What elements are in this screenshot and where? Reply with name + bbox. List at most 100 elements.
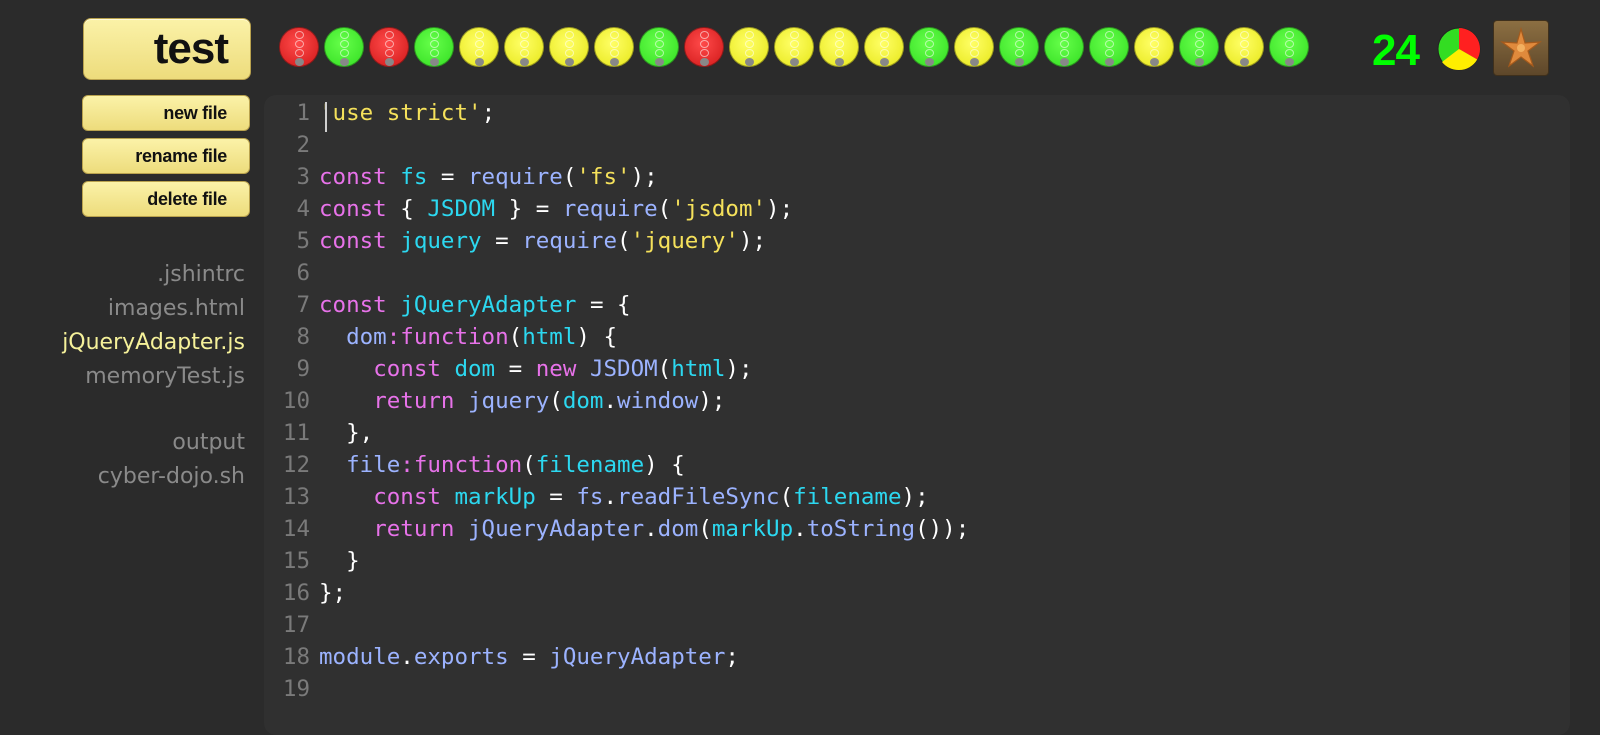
traffic-light-red[interactable] — [684, 27, 724, 67]
light-marker-dot — [1060, 58, 1069, 66]
code-text: module.exports = jQueryAdapter; — [319, 644, 739, 670]
line-number: 18 — [282, 644, 310, 670]
code-text: const jQueryAdapter = { — [319, 292, 631, 318]
traffic-light-amber[interactable] — [729, 27, 769, 67]
code-text: return jquery(dom.window); — [373, 388, 726, 414]
traffic-light-green[interactable] — [324, 27, 364, 67]
code-text: const fs = require('fs'); — [319, 164, 658, 190]
starfish-avatar — [1493, 20, 1549, 76]
code-line: 10 return jquery(dom.window); — [264, 385, 726, 417]
test-button[interactable]: test — [83, 18, 251, 80]
traffic-light-amber[interactable] — [504, 27, 544, 67]
light-ring-dot — [475, 31, 484, 39]
code-text: const markUp = fs.readFileSync(filename)… — [373, 484, 929, 510]
line-number: 10 — [282, 388, 310, 414]
light-ring-dot — [1240, 49, 1249, 57]
traffic-light-red[interactable] — [369, 27, 409, 67]
code-line: 11 }, — [264, 417, 373, 449]
light-ring-dot — [970, 49, 979, 57]
light-ring-dot — [970, 31, 979, 39]
code-line: 8 dom:function(html) { — [264, 321, 617, 353]
code-text: const { JSDOM } = require('jsdom'); — [319, 196, 794, 222]
traffic-light-amber[interactable] — [459, 27, 499, 67]
code-line: 4 const { JSDOM } = require('jsdom'); — [264, 193, 793, 225]
light-ring-dot — [1105, 31, 1114, 39]
traffic-light-amber[interactable] — [819, 27, 859, 67]
code-text: }; — [319, 580, 347, 606]
line-number: 11 — [282, 420, 310, 446]
traffic-light-amber[interactable] — [864, 27, 904, 67]
filename-jshintrc[interactable]: .jshintrc — [0, 258, 245, 292]
traffic-light-green[interactable] — [414, 27, 454, 67]
light-ring-dot — [520, 31, 529, 39]
light-ring-dot — [835, 31, 844, 39]
light-ring-dot — [385, 31, 394, 39]
filename-output[interactable]: output — [0, 426, 245, 460]
traffic-light-amber[interactable] — [774, 27, 814, 67]
filename-memorytest-js[interactable]: memoryTest.js — [0, 360, 245, 394]
light-ring-dot — [1015, 49, 1024, 57]
traffic-light-green[interactable] — [1044, 27, 1084, 67]
traffic-light-green[interactable] — [1269, 27, 1309, 67]
traffic-light-amber[interactable] — [594, 27, 634, 67]
line-number: 2 — [296, 132, 310, 158]
light-ring-dot — [430, 31, 439, 39]
light-marker-dot — [655, 58, 664, 66]
line-number: 19 — [282, 676, 310, 702]
light-ring-dot — [790, 49, 799, 57]
light-ring-dot — [1060, 49, 1069, 57]
light-marker-dot — [1150, 58, 1159, 66]
light-marker-dot — [610, 58, 619, 66]
code-line: 12 file:function(filename) { — [264, 449, 685, 481]
light-ring-dot — [385, 40, 394, 48]
light-ring-dot — [1105, 40, 1114, 48]
traffic-light-green[interactable] — [639, 27, 679, 67]
light-ring-dot — [1195, 31, 1204, 39]
filename-jqueryadapter-js[interactable]: jQueryAdapter.js — [0, 326, 245, 360]
line-number: 13 — [282, 484, 310, 510]
traffic-light-green[interactable] — [1089, 27, 1129, 67]
light-ring-dot — [610, 31, 619, 39]
light-ring-dot — [790, 31, 799, 39]
light-ring-dot — [1015, 31, 1024, 39]
new-file-button[interactable]: new file — [82, 95, 250, 131]
filename-images-html[interactable]: images.html — [0, 292, 245, 326]
rename-file-button[interactable]: rename file — [82, 138, 250, 174]
code-line: 5 const jquery = require('jquery'); — [264, 225, 766, 257]
light-ring-dot — [1060, 31, 1069, 39]
light-ring-dot — [655, 31, 664, 39]
code-line: 16}; — [264, 577, 346, 609]
light-ring-dot — [745, 31, 754, 39]
delete-file-button[interactable]: delete file — [82, 181, 250, 217]
light-ring-dot — [790, 40, 799, 48]
code-line: 7 const jQueryAdapter = { — [264, 289, 631, 321]
light-ring-dot — [1015, 40, 1024, 48]
light-marker-dot — [565, 58, 574, 66]
traffic-light-green[interactable] — [1179, 27, 1219, 67]
light-ring-dot — [880, 40, 889, 48]
code-line: 1 'use strict'; — [264, 97, 495, 129]
light-marker-dot — [1240, 58, 1249, 66]
traffic-light-green[interactable] — [999, 27, 1039, 67]
light-ring-dot — [1060, 40, 1069, 48]
light-ring-dot — [880, 31, 889, 39]
traffic-light-amber[interactable] — [954, 27, 994, 67]
traffic-light-amber[interactable] — [1224, 27, 1264, 67]
light-ring-dot — [1105, 49, 1114, 57]
light-marker-dot — [880, 58, 889, 66]
traffic-light-green[interactable] — [909, 27, 949, 67]
light-ring-dot — [520, 40, 529, 48]
light-marker-dot — [1105, 58, 1114, 66]
line-number: 5 — [296, 228, 310, 254]
light-ring-dot — [610, 49, 619, 57]
line-number: 4 — [296, 196, 310, 222]
light-marker-dot — [1285, 58, 1294, 66]
filename-cyber-dojo-sh[interactable]: cyber-dojo.sh — [0, 460, 245, 494]
code-line: 2 — [264, 129, 319, 161]
traffic-light-amber[interactable] — [549, 27, 589, 67]
traffic-light-red[interactable] — [279, 27, 319, 67]
code-line: 18 module.exports = jQueryAdapter; — [264, 641, 739, 673]
code-editor[interactable]: 1 'use strict'; 2 3 const fs = require('fs')… — [264, 95, 1570, 735]
light-ring-dot — [1240, 40, 1249, 48]
traffic-light-amber[interactable] — [1134, 27, 1174, 67]
